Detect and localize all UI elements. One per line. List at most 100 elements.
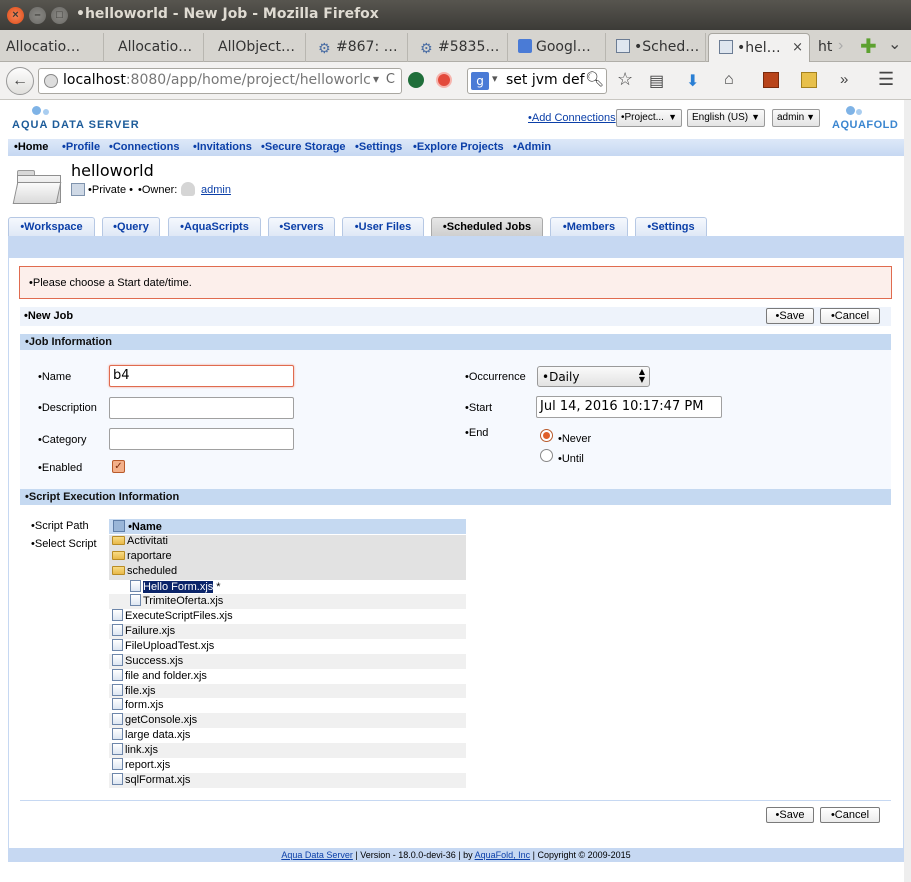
list-tabs-icon[interactable]: ⌄ [888, 34, 901, 54]
window-close-button[interactable]: × [7, 7, 24, 24]
menu-item-explore-projects[interactable]: •Explore Projects [413, 141, 504, 153]
tab-scheduled-jobs[interactable]: •Scheduled Jobs [431, 217, 543, 236]
tree-file-row[interactable]: sqlFormat.xjs [109, 772, 466, 788]
tree-file-row[interactable]: FileUploadTest.xjs [109, 638, 466, 654]
url-history-dropdown-icon[interactable]: ▾ [370, 72, 379, 86]
addon-icon[interactable] [408, 72, 424, 88]
menu-item-profile[interactable]: •Profile [62, 141, 100, 153]
save-button-bottom[interactable]: •Save [766, 807, 814, 823]
close-tab-icon[interactable]: × [792, 40, 803, 55]
divider [20, 800, 891, 801]
tree-folder-row[interactable]: raportare [109, 549, 466, 565]
browser-tab[interactable]: Allocatio… [0, 33, 104, 62]
tree-item-label: sqlFormat.xjs [125, 773, 191, 786]
tree-folder-row[interactable]: scheduled [109, 564, 466, 580]
url-bar[interactable]: localhost:8080/app/home/project/hellowor… [38, 68, 402, 94]
menu-item-home[interactable]: •Home [14, 141, 48, 153]
tab-label: Allocatio… [118, 39, 193, 55]
tree-folder-row[interactable]: Activitati [109, 535, 466, 550]
search-engine-dropdown-icon[interactable]: ▾ [492, 72, 498, 85]
project-owner-link[interactable]: admin [201, 184, 231, 196]
tab-settings[interactable]: •Settings [635, 217, 707, 236]
form-title: •New Job [24, 310, 74, 322]
tree-file-row[interactable]: TrimiteOferta.xjs [109, 594, 466, 610]
tree-file-row[interactable]: Failure.xjs [109, 624, 466, 640]
tree-file-row[interactable]: ExecuteScriptFiles.xjs [109, 609, 466, 625]
tree-file-row[interactable]: getConsole.xjs [109, 713, 466, 729]
addon-icon[interactable] [801, 72, 817, 88]
end-never-radio[interactable] [540, 429, 553, 442]
tab-workspace[interactable]: •Workspace [8, 217, 95, 236]
description-field[interactable] [109, 397, 294, 419]
search-bar[interactable]: g ▾ set jvm defa 🔍︎ [467, 68, 607, 94]
tree-file-row[interactable]: Success.xjs [109, 653, 466, 669]
search-engine-icon[interactable]: g [471, 72, 489, 90]
tab-label: ht [818, 39, 833, 55]
tree-file-row[interactable]: file.xjs [109, 683, 466, 699]
menu-icon[interactable]: ☰ [878, 69, 894, 90]
browser-tab[interactable]: Allocatio… [104, 33, 204, 62]
tree-file-row[interactable]: Hello Form.xjs * [109, 579, 466, 595]
browser-tab[interactable]: ht [812, 33, 838, 62]
browser-tab[interactable]: AllObject… [204, 33, 306, 62]
tree-file-row[interactable]: file and folder.xjs [109, 668, 466, 684]
footer-product-link[interactable]: Aqua Data Server [281, 850, 353, 860]
occurrence-select[interactable]: •Daily ▲ ▼ [537, 366, 650, 387]
search-icon[interactable]: 🔍︎ [584, 70, 604, 88]
menu-item-settings[interactable]: •Settings [355, 141, 402, 153]
start-label: •Start [465, 402, 493, 414]
bookmarks-list-icon[interactable]: ▤ [649, 71, 664, 91]
browser-tab[interactable]: ⚙ #867: … [306, 33, 408, 62]
enabled-checkbox[interactable]: ✓ [112, 460, 125, 473]
tab-query[interactable]: •Query [102, 217, 160, 236]
reload-icon[interactable]: C [386, 72, 395, 87]
script-file-icon [130, 579, 141, 592]
menu-item-invitations[interactable]: •Invitations [193, 141, 252, 153]
tab-scroll-right-icon[interactable]: › [838, 37, 843, 55]
menu-item-admin[interactable]: •Admin [513, 141, 551, 153]
user-select[interactable]: admin ▼ [772, 109, 820, 127]
add-connections-link[interactable]: •Add Connections [528, 112, 616, 124]
category-field[interactable] [109, 428, 294, 450]
overflow-chevron-icon[interactable]: » [840, 71, 848, 88]
browser-tab[interactable]: •Sched… [606, 33, 706, 62]
project-select[interactable]: •Project... ▼ [616, 109, 682, 127]
menu-item-connections[interactable]: •Connections [109, 141, 179, 153]
tab-user-files[interactable]: •User Files [342, 217, 424, 236]
addon-icon[interactable] [436, 72, 452, 88]
window-minimize-button[interactable]: – [29, 7, 46, 24]
start-datetime-field[interactable]: Jul 14, 2016 10:17:47 PM [536, 396, 722, 418]
save-button[interactable]: •Save [766, 308, 814, 324]
form-header: •New Job [20, 307, 891, 326]
window-titlebar: × – □ •helloworld - New Job - Mozilla Fi… [0, 0, 911, 30]
browser-tab[interactable]: ⚙ #5835… [408, 33, 508, 62]
end-until-radio[interactable] [540, 449, 553, 462]
window-maximize-button[interactable]: □ [51, 7, 68, 24]
tree-file-row[interactable]: report.xjs [109, 757, 466, 773]
tree-item-label: raportare [127, 549, 172, 562]
language-select[interactable]: English (US) ▼ [687, 109, 765, 127]
error-message: •Please choose a Start date/time. [19, 266, 892, 299]
home-icon[interactable]: ⌂ [724, 71, 734, 89]
tree-file-row[interactable]: form.xjs [109, 698, 466, 714]
addon-icon[interactable] [763, 72, 779, 88]
tab-members[interactable]: •Members [550, 217, 628, 236]
chevron-down-icon: ▼ [806, 112, 815, 122]
name-field[interactable]: b4 [109, 365, 294, 387]
bookmark-star-icon[interactable]: ☆ [617, 69, 633, 90]
page-scrollbar[interactable] [904, 100, 911, 882]
tab-servers[interactable]: •Servers [268, 217, 335, 236]
tab-aquascripts[interactable]: •AquaScripts [168, 217, 261, 236]
new-tab-icon[interactable]: ✚ [860, 34, 877, 59]
page-icon [719, 40, 733, 54]
cancel-button[interactable]: •Cancel [820, 308, 880, 324]
cancel-button-bottom[interactable]: •Cancel [820, 807, 880, 823]
back-button[interactable]: ← [6, 67, 34, 95]
downloads-icon[interactable]: ⬇ [686, 71, 699, 91]
tree-file-row[interactable]: link.xjs [109, 742, 466, 758]
browser-tab-active[interactable]: •hel… × [708, 33, 810, 62]
menu-item-secure-storage[interactable]: •Secure Storage [261, 141, 346, 153]
footer-company-link[interactable]: AquaFold, Inc [475, 850, 531, 860]
browser-tab[interactable]: Googl… [508, 33, 606, 62]
tree-file-row[interactable]: large data.xjs [109, 728, 466, 744]
